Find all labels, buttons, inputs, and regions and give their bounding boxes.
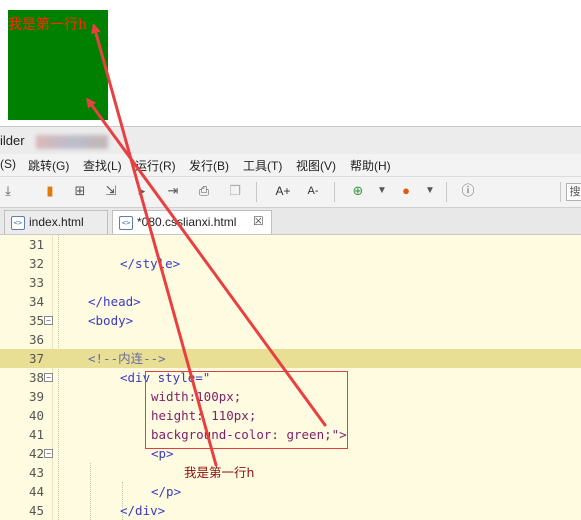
arrow-line: [86, 97, 327, 427]
arrow-line: [91, 23, 218, 467]
annotation-arrows: [86, 23, 327, 467]
